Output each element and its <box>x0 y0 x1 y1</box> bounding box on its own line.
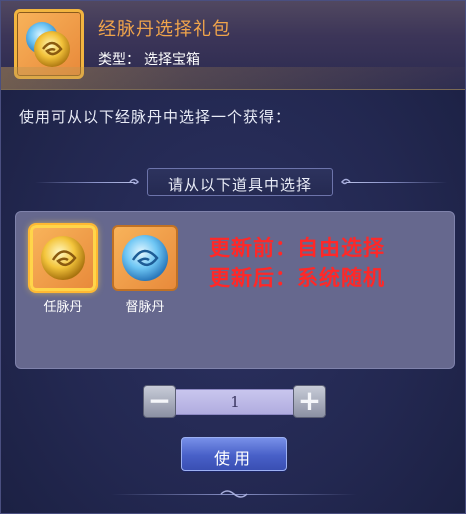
item-label-dumaidan: 督脉丹 <box>125 300 165 315</box>
gift-pack-icon-slot <box>14 9 84 79</box>
type-label: 类型： <box>98 52 140 68</box>
update-note-after: 更新后：系统随机 <box>209 266 385 290</box>
divider-left <box>35 182 135 183</box>
minus-button[interactable]: − <box>143 385 176 418</box>
use-button[interactable]: 使用 <box>181 437 287 471</box>
divider-right <box>347 182 447 183</box>
header: 经脉丹选择礼包 类型： 选择宝箱 <box>1 1 465 90</box>
section-title: 请从以下道具中选择 <box>167 176 312 194</box>
usage-description: 使用可从以下经脉丹中选择一个获得： <box>19 108 292 126</box>
section-title-box: 请从以下道具中选择 <box>147 168 333 196</box>
item-label-renmaidan: 任脉丹 <box>43 300 83 315</box>
update-note-before: 更新前：自由选择 <box>209 236 385 260</box>
dialog-frame: 经脉丹选择礼包 类型： 选择宝箱 使用可从以下经脉丹中选择一个获得： 请从以下道… <box>0 0 466 514</box>
golden-swirl-orb-icon <box>41 236 85 280</box>
ornament-scroll-icon <box>220 490 248 498</box>
plus-button[interactable]: + <box>293 385 326 418</box>
gift-pack-title: 经脉丹选择礼包 <box>98 19 231 40</box>
item-slot-dumaidan[interactable] <box>112 225 178 291</box>
type-value: 选择宝箱 <box>144 52 200 68</box>
item-slot-renmaidan[interactable] <box>30 225 96 291</box>
use-button-label: 使用 <box>213 449 254 468</box>
item-selection-panel: 任脉丹 督脉丹 更新前：自由选择 更新后：系统随机 <box>15 211 455 369</box>
ornament-scroll-icon <box>129 178 140 185</box>
blue-swirl-orb-icon <box>122 235 168 281</box>
golden-swirl-orb-icon <box>26 22 70 67</box>
